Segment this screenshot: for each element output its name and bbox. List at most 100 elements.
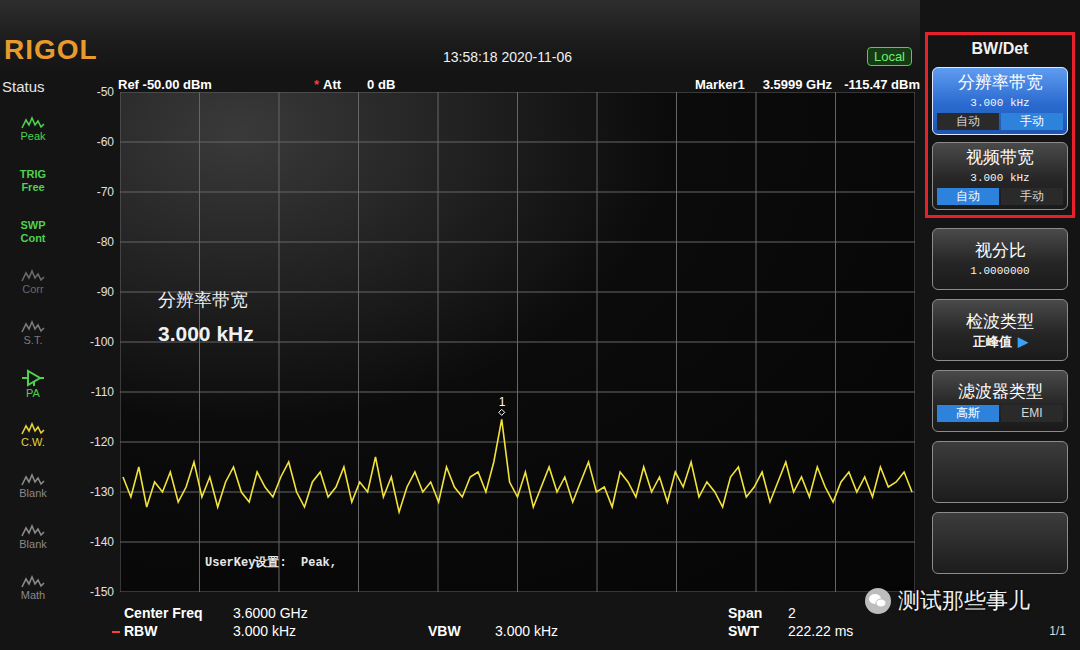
menu-button-label: 视频带宽 <box>966 147 1034 168</box>
grid-line <box>120 392 915 393</box>
local-badge: Local <box>867 47 912 66</box>
marker-diamond-icon <box>499 409 505 415</box>
option[interactable]: EMI <box>1001 405 1063 422</box>
option[interactable]: 手动 <box>1001 188 1063 205</box>
watermark: 测试那些事儿 <box>864 586 1030 616</box>
setting-value: 2 <box>788 604 853 622</box>
menu-button-label: 视分比 <box>975 240 1026 261</box>
status-label: Peak <box>20 130 45 143</box>
status-label: Free <box>21 181 44 194</box>
menu-button-value: 3.000 kHz <box>970 171 1029 185</box>
settings-bar: Center Freq3.6000 GHzRBW3.000 kHzVBW3.00… <box>66 600 920 640</box>
attenuation-value: 0 dB <box>367 77 395 92</box>
grid-line <box>120 192 915 193</box>
marker-name: Marker1 <box>695 77 745 92</box>
wave-icon <box>21 473 45 487</box>
y-axis: -50-60-70-80-90-100-110-120-130-140-150 <box>66 84 120 600</box>
menu-button[interactable] <box>932 441 1068 503</box>
option-switch[interactable]: 高斯EMI <box>937 405 1063 422</box>
attenuation-flag: * <box>314 77 319 92</box>
menu-button-value: 1.0000000 <box>970 264 1029 278</box>
y-tick: -100 <box>66 334 120 350</box>
grid-line <box>120 542 915 543</box>
status-label: S.T. <box>24 334 43 347</box>
highlight-frame: BW/Det分辨率带宽3.000 kHz自动手动视频带宽3.000 kHz自动手… <box>925 32 1075 218</box>
grid-line <box>120 492 915 493</box>
menu-button[interactable]: 视分比 1.0000000 <box>932 228 1068 290</box>
status-label: C.W. <box>21 436 45 449</box>
overlay-value: 3.000 kHz <box>158 322 254 346</box>
watermark-text: 测试那些事儿 <box>898 586 1030 616</box>
manual-mark <box>112 631 120 633</box>
status-item: Corr <box>21 257 45 308</box>
status-item: Blank <box>19 461 47 512</box>
y-tick: -110 <box>66 384 120 400</box>
menu-button-label: 滤波器类型 <box>958 381 1043 402</box>
settings-group: Center Freq3.6000 GHzRBW3.000 kHz <box>124 604 428 640</box>
status-item: SWPCont <box>20 206 45 257</box>
status-label: TRIG <box>20 168 46 181</box>
settings-group: VBW3.000 kHz <box>428 604 728 640</box>
marker-label: 1 <box>499 395 506 409</box>
chat-bubbles-icon <box>864 587 892 615</box>
menu-button[interactable] <box>932 512 1068 574</box>
menu-button[interactable]: 视频带宽 3.000 kHz 自动手动 <box>932 142 1068 210</box>
y-tick: -150 <box>66 584 120 600</box>
setting-value: 3.000 kHz <box>233 622 428 640</box>
y-tick: -120 <box>66 434 120 450</box>
grid-line <box>120 592 915 593</box>
attenuation-label: Att <box>323 77 341 92</box>
status-label: Math <box>21 589 45 602</box>
option[interactable]: 高斯 <box>937 405 999 422</box>
marker-frequency: 3.5999 GHz <box>763 77 832 92</box>
y-tick: -60 <box>66 134 120 150</box>
status-column: StatusPeakTRIGFreeSWPContCorrS.T.PAC.W.B… <box>0 72 66 650</box>
option[interactable]: 自动 <box>937 188 999 205</box>
grid-line <box>120 142 915 143</box>
setting-label: VBW <box>428 622 495 640</box>
menu-button[interactable]: 检波类型正峰值▶ <box>932 299 1068 361</box>
option[interactable]: 手动 <box>1001 113 1063 130</box>
chart-header: Ref -50.00 dBm*Att0 dBMarker13.5999 GHz-… <box>66 72 920 92</box>
marker-level: -115.47 dBm <box>844 77 920 92</box>
y-tick: -140 <box>66 534 120 550</box>
clock: 13:58:18 2020-11-06 <box>443 48 867 66</box>
setting-value: 222.22 ms <box>788 622 853 640</box>
menu-button[interactable]: 滤波器类型高斯EMI <box>932 370 1068 432</box>
menu-list: 视分比 1.0000000 检波类型正峰值▶ 滤波器类型高斯EMI <box>932 228 1068 574</box>
status-item: Math <box>21 563 45 614</box>
option[interactable]: 自动 <box>937 113 999 130</box>
trace-line <box>123 419 912 512</box>
status-label: Blank <box>19 538 47 551</box>
setting-overlay: 分辨率带宽3.000 kHz <box>158 288 254 346</box>
status-label: Cont <box>20 232 45 245</box>
grid-line <box>120 242 915 243</box>
chart-column: Ref -50.00 dBm*Att0 dBMarker13.5999 GHz-… <box>66 72 920 650</box>
y-tick: -70 <box>66 184 120 200</box>
y-tick: -80 <box>66 234 120 250</box>
menu-button-label: 分辨率带宽 <box>958 72 1043 93</box>
wave-icon <box>21 269 45 283</box>
menu-button[interactable]: 分辨率带宽3.000 kHz自动手动 <box>932 67 1068 135</box>
top-bar: RIGOL13:58:18 2020-11-06Local <box>0 0 920 72</box>
status-label: PA <box>26 387 40 400</box>
option-switch[interactable]: 自动手动 <box>937 188 1063 205</box>
spectrum-plot: 1 分辨率带宽3.000 kHz UserKey设置: Peak, <box>120 92 915 592</box>
chart-row: -50-60-70-80-90-100-110-120-130-140-1501… <box>66 92 920 600</box>
body: StatusPeakTRIGFreeSWPContCorrS.T.PAC.W.B… <box>0 72 920 650</box>
menu-button-label: 检波类型 <box>966 311 1034 332</box>
status-label: Blank <box>19 487 47 500</box>
y-tick: -90 <box>66 284 120 300</box>
setting-label: Span <box>728 604 788 622</box>
wave-icon <box>21 575 45 589</box>
setting-label: Center Freq <box>124 604 233 622</box>
wave-icon <box>21 524 45 538</box>
wave-icon <box>21 422 45 436</box>
y-tick: -130 <box>66 484 120 500</box>
userkey-note: UserKey设置: Peak, <box>205 554 337 571</box>
wave-icon <box>21 320 45 334</box>
status-item: Peak <box>20 104 45 155</box>
status-title: Status <box>0 78 45 96</box>
option-switch[interactable]: 自动手动 <box>937 113 1063 130</box>
status-label: SWP <box>20 219 45 232</box>
